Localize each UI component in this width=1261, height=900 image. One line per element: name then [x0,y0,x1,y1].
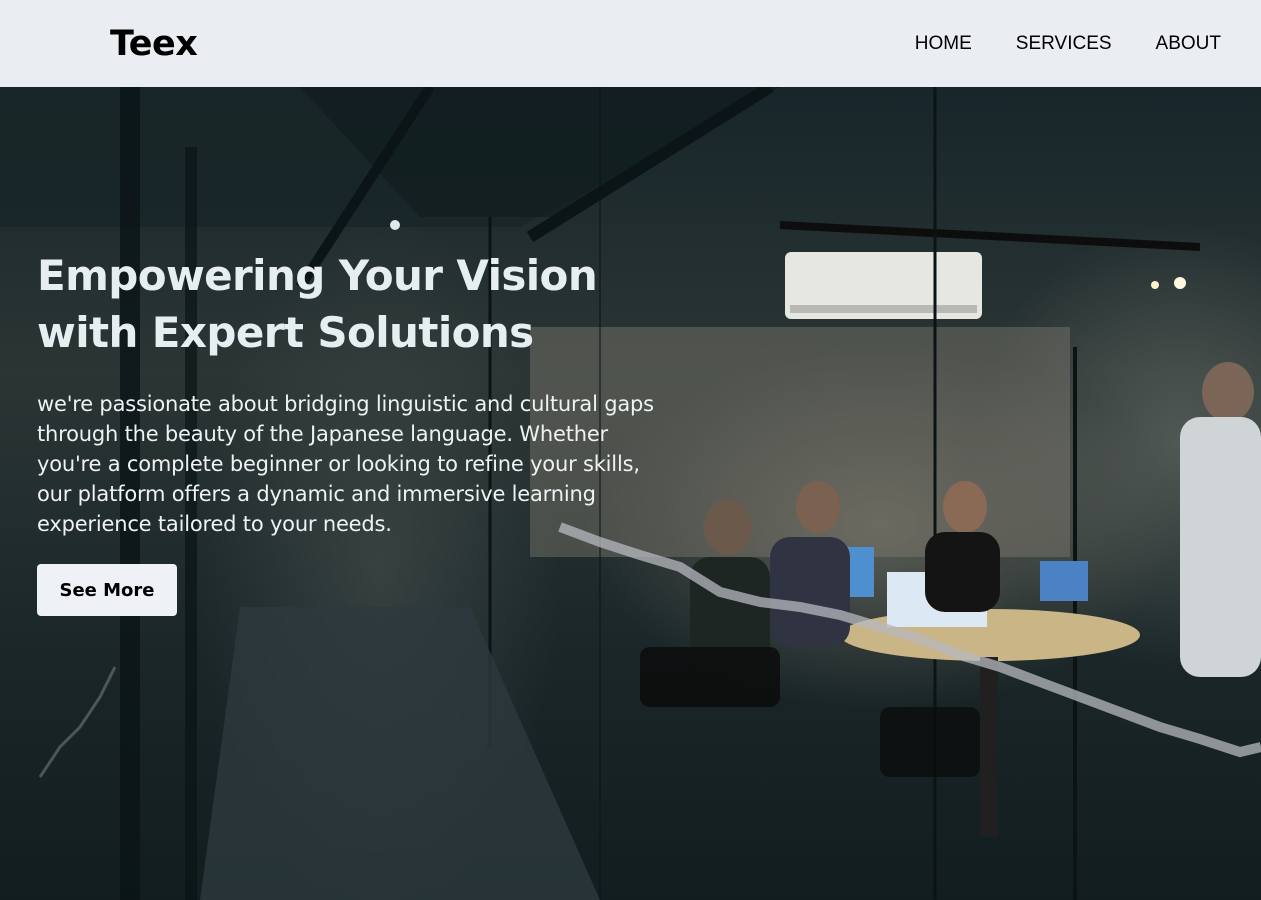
nav-link-services[interactable]: SERVICES [1016,33,1112,55]
hero-section: Empowering Your Vision with Expert Solut… [0,87,1261,900]
hero-content: Empowering Your Vision with Expert Solut… [37,247,677,616]
nav-links: HOME SERVICES ABOUT [915,33,1221,55]
brand-logo[interactable]: Teex [110,24,198,64]
hero-description: we're passionate about bridging linguist… [37,392,654,536]
hero-title: Empowering Your Vision with Expert Solut… [37,251,598,357]
navbar: Teex HOME SERVICES ABOUT [0,0,1261,87]
see-more-button[interactable]: See More [37,564,177,616]
nav-link-home[interactable]: HOME [915,33,972,55]
nav-link-about[interactable]: ABOUT [1156,33,1221,55]
